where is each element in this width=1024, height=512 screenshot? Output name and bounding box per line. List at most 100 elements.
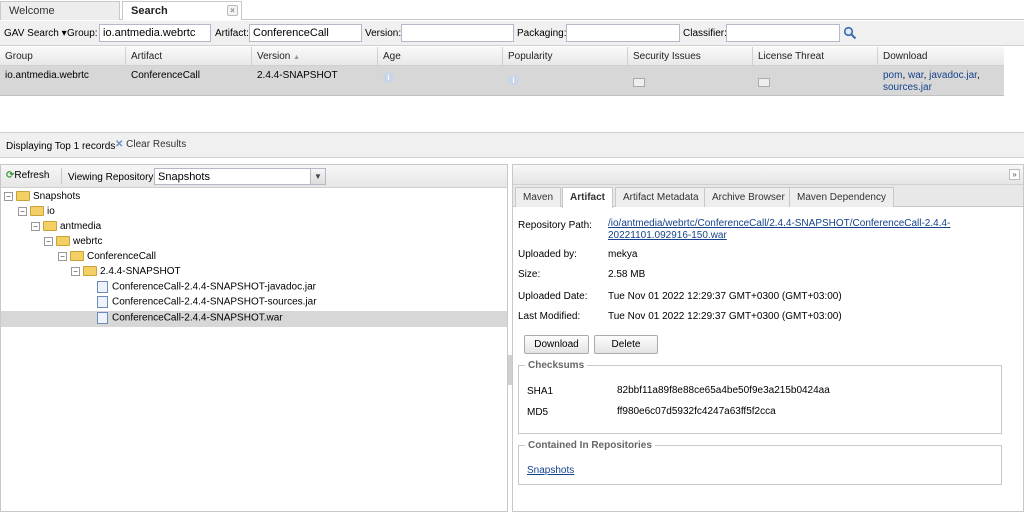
table-row[interactable]: io.antmedia.webrtc ConferenceCall 2.4.4-… <box>0 66 1004 96</box>
collapse-icon[interactable]: − <box>31 221 40 231</box>
download-button[interactable]: Download <box>524 335 589 354</box>
column-license-threat[interactable]: License Threat <box>753 47 878 66</box>
file-icon <box>97 281 108 293</box>
clear-results-button[interactable]: ✕ Clear Results <box>115 139 186 150</box>
tree-node-war[interactable]: ConferenceCall-2.4.4-SNAPSHOT.war <box>97 312 283 327</box>
md5-label: MD5 <box>527 407 549 418</box>
folder-icon <box>83 266 97 277</box>
version-label: Version: <box>365 28 402 39</box>
column-group[interactable]: Group <box>0 47 126 66</box>
download-link-sources[interactable]: sources.jar <box>883 82 932 93</box>
column-artifact[interactable]: Artifact <box>126 47 252 66</box>
detail-tab-bar: Maven Artifact Artifact Metadata Archive… <box>513 185 1023 208</box>
file-icon <box>97 312 108 324</box>
folder-icon <box>56 236 70 247</box>
repository-select-value: Snapshots <box>158 171 210 183</box>
refresh-button[interactable]: ⟳Refresh <box>6 170 49 181</box>
column-security-issues[interactable]: Security Issues <box>628 47 753 66</box>
tree-node-conferencecall[interactable]: − ConferenceCall <box>58 251 156 266</box>
delete-button[interactable]: Delete <box>594 335 658 354</box>
contained-in-repositories-section: Contained In Repositories <box>518 440 1002 485</box>
tree-node-label: io <box>47 206 55 217</box>
packaging-input[interactable] <box>566 24 680 42</box>
checksums-title: Checksums <box>528 360 585 371</box>
column-popularity[interactable]: Popularity <box>503 47 628 66</box>
chevron-down-icon: ▾ <box>61 28 67 39</box>
uploaded-date-value: Tue Nov 01 2022 12:29:37 GMT+0300 (GMT+0… <box>608 291 842 302</box>
collapse-icon[interactable]: − <box>44 236 53 246</box>
tree-node-snapshots[interactable]: − Snapshots <box>4 191 80 206</box>
tree-node-label: ConferenceCall <box>87 251 156 262</box>
download-link-war[interactable]: war <box>908 70 924 81</box>
column-version-label: Version <box>257 51 291 62</box>
tab-maven-dependency[interactable]: Maven Dependency <box>789 187 894 207</box>
contained-in-repositories-title: Contained In Repositories <box>528 440 652 451</box>
tree-node-version[interactable]: − 2.4.4-SNAPSHOT <box>71 266 181 281</box>
cell-version: 2.4.4-SNAPSHOT <box>257 70 338 81</box>
classifier-input[interactable] <box>726 24 840 42</box>
search-mode-label: GAV Search <box>4 28 59 39</box>
last-modified-label: Last Modified: <box>518 311 581 322</box>
group-input[interactable] <box>99 24 211 42</box>
tab-welcome[interactable]: Welcome <box>0 1 120 20</box>
toolbar-divider <box>61 168 62 184</box>
checksums-section: Checksums <box>518 360 1002 434</box>
download-link-pom[interactable]: pom <box>883 70 902 81</box>
collapse-icon[interactable]: − <box>18 206 27 216</box>
popularity-info-icon[interactable]: i <box>508 75 519 86</box>
clear-results-label: Clear Results <box>126 139 187 150</box>
tab-search-label: Search <box>131 5 168 17</box>
sort-ascending-icon: ▲ <box>293 54 301 61</box>
folder-icon <box>16 191 30 202</box>
column-age[interactable]: Age <box>378 47 503 66</box>
contained-repo-link[interactable]: Snapshots <box>527 465 574 476</box>
tab-search[interactable]: Search × <box>122 1 242 20</box>
results-count: Displaying Top 1 records <box>6 141 116 152</box>
tree-node-label: 2.4.4-SNAPSHOT <box>100 266 181 277</box>
tree-node-label: Snapshots <box>33 191 81 202</box>
download-link-javadoc[interactable]: javadoc.jar <box>929 70 977 81</box>
security-issues-icon[interactable] <box>633 78 645 90</box>
tab-maven[interactable]: Maven <box>515 187 562 207</box>
detail-panel-header: » <box>513 165 1023 185</box>
artifact-label: Artifact: <box>215 28 249 39</box>
chevron-down-icon[interactable]: ▼ <box>310 169 325 184</box>
search-icon[interactable] <box>843 26 857 43</box>
collapse-icon[interactable]: − <box>58 251 67 261</box>
tree-node-io[interactable]: − io <box>18 206 55 221</box>
results-status-bar: Displaying Top 1 records ✕ Clear Results <box>0 132 1024 158</box>
download-links: pom, war, javadoc.jar, sources.jar <box>883 70 980 93</box>
close-icon[interactable]: × <box>227 5 238 16</box>
collapse-icon[interactable]: − <box>4 191 13 201</box>
collapse-panel-icon[interactable]: » <box>1009 169 1020 180</box>
size-label: Size: <box>518 269 541 280</box>
tab-archive-browser[interactable]: Archive Browser <box>704 187 793 207</box>
age-info-icon[interactable]: i <box>383 72 394 83</box>
tree-node-sources-jar[interactable]: ConferenceCall-2.4.4-SNAPSHOT-sources.ja… <box>97 296 317 311</box>
tab-artifact[interactable]: Artifact <box>562 187 614 208</box>
file-icon <box>97 296 108 308</box>
column-download[interactable]: Download <box>878 47 1004 66</box>
repository-select[interactable]: Snapshots ▼ <box>154 168 326 185</box>
tree-node-label: ConferenceCall-2.4.4-SNAPSHOT-sources.ja… <box>112 296 317 308</box>
size-value: 2.58 MB <box>608 269 646 280</box>
results-grid-header: Group Artifact Version ▲ Age Popularity … <box>0 47 1004 66</box>
tree-node-label: ConferenceCall-2.4.4-SNAPSHOT-javadoc.ja… <box>112 281 316 293</box>
collapse-icon[interactable]: − <box>71 266 80 276</box>
uploaded-by-value: mekya <box>608 249 638 260</box>
repository-path-link[interactable]: /io/antmedia/webrtc/ConferenceCall/2.4.4… <box>608 218 1008 242</box>
group-label: Group: <box>67 28 98 39</box>
md5-value: ff980e6c07d5932fc4247a63ff5f2cca <box>617 406 776 417</box>
tree-node-webrtc[interactable]: − webrtc <box>44 236 102 251</box>
artifact-input[interactable] <box>249 24 362 42</box>
version-input[interactable] <box>401 24 514 42</box>
top-tab-bar: Welcome Search × <box>0 0 1024 20</box>
repository-browser-panel: ⟳Refresh Viewing Repository: Snapshots ▼… <box>0 164 508 512</box>
license-threat-icon[interactable] <box>758 78 770 90</box>
tree-node-antmedia[interactable]: − antmedia <box>31 221 101 236</box>
search-mode-dropdown[interactable]: GAV Search ▾ <box>4 28 67 39</box>
tab-artifact-metadata[interactable]: Artifact Metadata <box>615 187 707 207</box>
column-version[interactable]: Version ▲ <box>252 47 378 66</box>
tree-node-javadoc-jar[interactable]: ConferenceCall-2.4.4-SNAPSHOT-javadoc.ja… <box>97 281 316 296</box>
tab-welcome-label: Welcome <box>9 5 55 17</box>
